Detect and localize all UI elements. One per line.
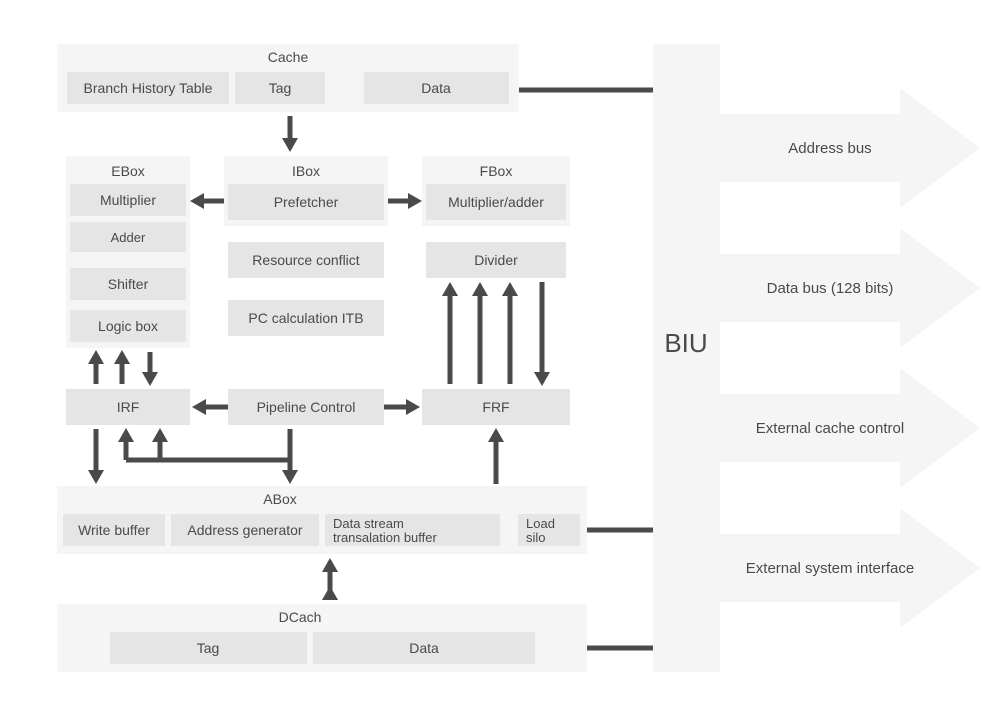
data-bus-label: Data bus (128 bits) — [767, 280, 894, 297]
conn-pipe-frf — [384, 399, 420, 415]
ibox-pccalc-text: PC calculation ITB — [248, 310, 363, 326]
address-bus-label: Address bus — [788, 140, 871, 157]
fbox-div-text: Divider — [474, 252, 518, 268]
ibox-resconf-text: Resource conflict — [252, 252, 359, 268]
cache-bht-text: Branch History Table — [84, 80, 213, 96]
ebox-logic-text: Logic box — [98, 318, 158, 334]
conn-irf-abox-down — [88, 429, 104, 484]
abox-label: ABox — [263, 491, 296, 507]
conn-fbox-frf-4 — [534, 282, 550, 386]
ext-sys-label: External system interface — [746, 560, 914, 577]
abox-wb-text: Write buffer — [78, 522, 150, 538]
dcach-data-text: Data — [409, 640, 439, 656]
conn-horiz-up-head — [152, 428, 168, 442]
ibox-label: IBox — [292, 163, 320, 179]
conn-ebox-irf-1 — [88, 350, 104, 384]
irf-label: IRF — [117, 399, 140, 415]
dcach-tag-text: Tag — [197, 640, 220, 656]
conn-prefetch-fbox — [388, 193, 422, 209]
conn-cache-ibox — [282, 116, 298, 152]
fbox-mult-text: Multiplier/adder — [448, 194, 544, 210]
conn-abox-frf — [488, 428, 504, 484]
conn-fbox-frf-2 — [472, 282, 488, 384]
ext-cache-arrow: External cache control — [720, 368, 980, 488]
ebox-shifter-text: Shifter — [108, 276, 149, 292]
abox-ag-text: Address generator — [187, 522, 303, 538]
conn-ebox-irf-2 — [114, 350, 130, 384]
conn-pipe-irf — [192, 399, 228, 415]
ext-cache-label: External cache control — [756, 420, 904, 437]
address-bus-arrow: Address bus — [720, 88, 980, 208]
abox-dstb-text2: transalation buffer — [333, 530, 437, 545]
abox-ls-text1: Load — [526, 516, 555, 531]
frf-label: FRF — [482, 399, 509, 415]
ext-sys-arrow: External system interface — [720, 508, 980, 628]
ebox-mult-text: Multiplier — [100, 192, 156, 208]
cache-label: Cache — [268, 49, 309, 65]
conn-abox-dcach — [322, 558, 338, 600]
conn-pipe-down-head — [282, 470, 298, 484]
conn-ebox-irf-3 — [142, 352, 158, 386]
abox-dstb-text1: Data stream — [333, 516, 404, 531]
data-bus-arrow: Data bus (128 bits) — [720, 228, 980, 348]
conn-fbox-frf-3 — [502, 282, 518, 384]
biu-box — [653, 44, 720, 672]
ibox-pipectl-text: Pipeline Control — [257, 399, 356, 415]
abox-ls-text2: silo — [526, 530, 546, 545]
ibox-prefetch-text: Prefetcher — [274, 194, 339, 210]
ebox-label: EBox — [111, 163, 144, 179]
cache-data-text: Data — [421, 80, 451, 96]
biu-label: BIU — [664, 328, 707, 358]
conn-irf-abox-up — [118, 428, 134, 460]
dcach-label: DCach — [279, 609, 322, 625]
ebox-adder-text: Adder — [111, 230, 146, 245]
conn-fbox-frf-1 — [442, 282, 458, 384]
fbox-label: FBox — [480, 163, 513, 179]
cache-tag-text: Tag — [269, 80, 292, 96]
conn-prefetch-ebox — [190, 193, 224, 209]
